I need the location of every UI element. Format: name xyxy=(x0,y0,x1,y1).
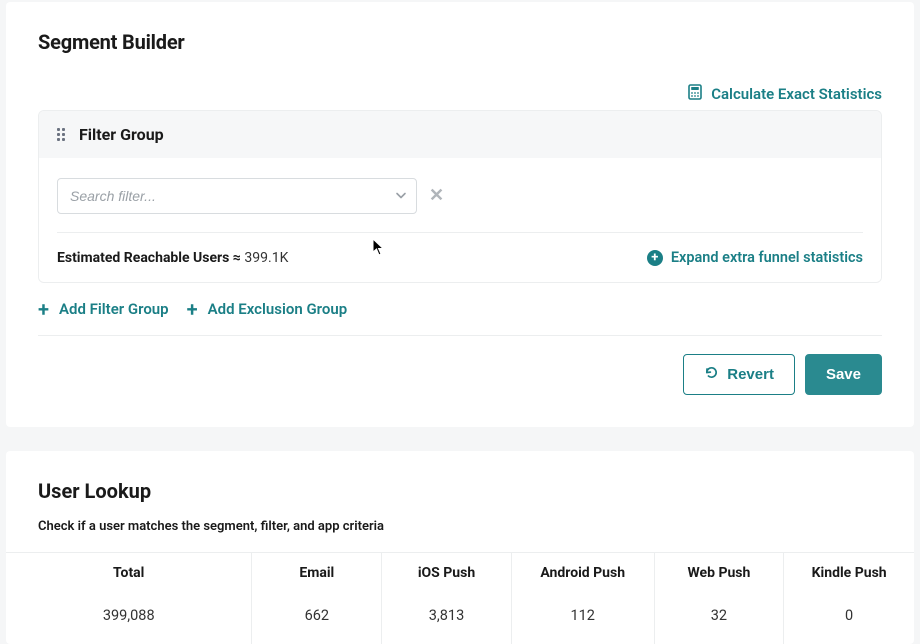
add-filter-group-button[interactable]: + Add Filter Group xyxy=(38,299,169,319)
group-actions-row: + Add Filter Group + Add Exclusion Group xyxy=(38,299,882,335)
calculate-row: Calculate Exact Statistics xyxy=(38,84,882,104)
filter-group-body: ✕ Estimated Reachable Users ≈ 399.1K + E… xyxy=(39,158,881,282)
filter-group-title: Filter Group xyxy=(79,125,164,144)
stats-table: Total Email iOS Push Android Push Web Pu… xyxy=(6,552,914,644)
stats-val-total: 399,088 xyxy=(6,593,252,644)
undo-icon xyxy=(704,365,719,384)
plus-icon: + xyxy=(38,299,49,319)
estimated-value: 399.1K xyxy=(244,250,288,266)
estimated-label-text: Estimated Reachable Users ≈ xyxy=(57,250,244,266)
estimate-row: Estimated Reachable Users ≈ 399.1K + Exp… xyxy=(57,233,863,266)
expand-funnel-label: Expand extra funnel statistics xyxy=(671,249,863,266)
revert-label: Revert xyxy=(727,366,774,383)
add-exclusion-group-button[interactable]: + Add Exclusion Group xyxy=(187,299,348,319)
stats-val-android-push: 112 xyxy=(512,593,655,644)
stats-val-email: 662 xyxy=(252,593,382,644)
filter-search-combo[interactable] xyxy=(57,178,417,214)
stats-col-total: Total xyxy=(6,553,252,593)
filter-group-card: Filter Group ✕ Estimated Reachable Users… xyxy=(38,110,882,283)
segment-builder-card: Segment Builder Calculate Exact Statisti… xyxy=(6,2,914,427)
user-lookup-card: User Lookup Check if a user matches the … xyxy=(6,451,914,644)
estimated-reachable-users: Estimated Reachable Users ≈ 399.1K xyxy=(57,250,288,266)
filter-search-row: ✕ xyxy=(57,178,863,233)
stats-col-ios-push: iOS Push xyxy=(382,553,512,593)
revert-button[interactable]: Revert xyxy=(683,354,795,395)
drag-handle-icon[interactable] xyxy=(57,128,65,141)
stats-val-ios-push: 3,813 xyxy=(382,593,512,644)
expand-funnel-stats-link[interactable]: + Expand extra funnel statistics xyxy=(647,249,863,266)
stats-val-web-push: 32 xyxy=(655,593,785,644)
save-label: Save xyxy=(826,366,861,383)
calculate-exact-stats-link[interactable]: Calculate Exact Statistics xyxy=(687,84,882,104)
filter-search-input[interactable] xyxy=(57,178,417,214)
stats-col-web-push: Web Push xyxy=(655,553,785,593)
add-exclusion-group-label: Add Exclusion Group xyxy=(208,300,348,318)
plus-circle-icon: + xyxy=(647,250,663,266)
user-lookup-description: Check if a user matches the segment, fil… xyxy=(38,519,882,534)
stats-col-email: Email xyxy=(252,553,382,593)
footer-actions: Revert Save xyxy=(38,335,882,395)
save-button[interactable]: Save xyxy=(805,354,882,395)
plus-icon: + xyxy=(187,299,198,319)
page-title: Segment Builder xyxy=(38,30,882,54)
user-lookup-title: User Lookup xyxy=(38,479,882,503)
stats-col-kindle-push: Kindle Push xyxy=(784,553,914,593)
calculator-icon xyxy=(687,84,703,104)
stats-val-kindle-push: 0 xyxy=(784,593,914,644)
filter-group-header: Filter Group xyxy=(39,111,881,158)
remove-filter-button[interactable]: ✕ xyxy=(429,187,444,205)
stats-col-android-push: Android Push xyxy=(512,553,655,593)
add-filter-group-label: Add Filter Group xyxy=(59,300,169,318)
calculate-exact-stats-label: Calculate Exact Statistics xyxy=(711,85,882,103)
